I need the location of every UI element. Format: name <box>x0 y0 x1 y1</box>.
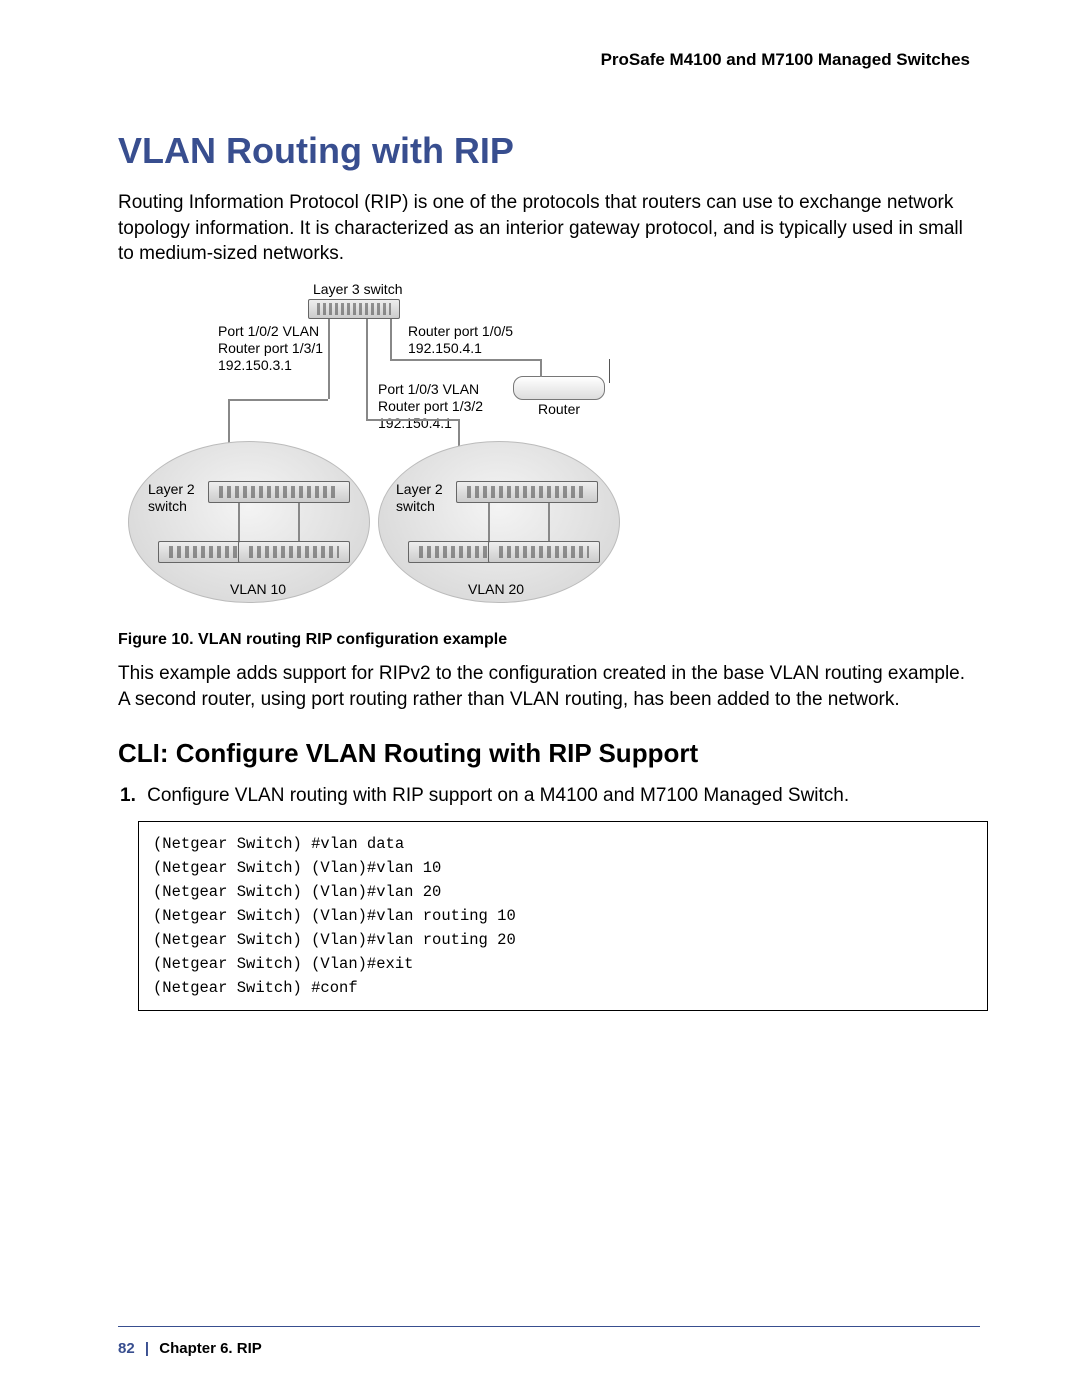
intro-paragraph: Routing Information Protocol (RIP) is on… <box>118 190 980 267</box>
label-port-right-3: 192.150.4.1 <box>378 415 452 431</box>
after-figure-paragraph: This example adds support for RIPv2 to t… <box>118 661 980 712</box>
footer-rule <box>118 1326 980 1327</box>
l2-switch-left-top-icon <box>208 481 350 503</box>
label-port-right: Port 1/0/3 VLAN Router port 1/3/2 192.15… <box>378 381 483 431</box>
figure-caption: Figure 10. VLAN routing RIP configuratio… <box>118 631 980 649</box>
label-vlan20: VLAN 20 <box>468 581 524 598</box>
step-number: 1. <box>120 785 136 806</box>
layer3-switch-icon <box>308 299 400 319</box>
label-l2-right-2: switch <box>396 498 435 514</box>
cli-line-4: (Netgear Switch) (Vlan)#vlan routing 10 <box>153 907 516 925</box>
label-port-left: Port 1/0/2 VLAN Router port 1/3/1 192.15… <box>218 323 323 373</box>
vlan20-cloud <box>378 441 620 603</box>
l2-switch-left-br-icon <box>238 541 350 563</box>
label-router: Router <box>538 401 580 418</box>
network-diagram: Layer 3 switch Port 1/0/2 VLAN Router po… <box>118 281 718 621</box>
vlan10-cloud <box>128 441 370 603</box>
footer-separator: | <box>145 1340 149 1357</box>
cli-line-3: (Netgear Switch) (Vlan)#vlan 20 <box>153 883 441 901</box>
label-l2-left-1: Layer 2 <box>148 481 195 497</box>
page-number: 82 <box>118 1340 135 1357</box>
label-l3-switch: Layer 3 switch <box>313 281 402 298</box>
label-router-port-1: Router port 1/0/5 <box>408 323 513 339</box>
step-list: 1. Configure VLAN routing with RIP suppo… <box>120 783 980 809</box>
label-port-left-1: Port 1/0/2 VLAN <box>218 323 319 339</box>
label-port-left-2: Router port 1/3/1 <box>218 340 323 356</box>
footer: 82 | Chapter 6. RIP <box>118 1340 262 1357</box>
cli-code-block: (Netgear Switch) #vlan data (Netgear Swi… <box>138 821 988 1011</box>
label-layer2-right: Layer 2 switch <box>396 481 443 515</box>
label-router-port: Router port 1/0/5 192.150.4.1 <box>408 323 513 357</box>
label-vlan10: VLAN 10 <box>230 581 286 598</box>
step-1-text: Configure VLAN routing with RIP support … <box>147 785 849 806</box>
cli-line-7: (Netgear Switch) #conf <box>153 979 358 997</box>
router-icon <box>513 376 605 400</box>
figure-diagram: Layer 3 switch Port 1/0/2 VLAN Router po… <box>118 281 980 621</box>
section-title: VLAN Routing with RIP <box>118 130 980 172</box>
document-header: ProSafe M4100 and M7100 Managed Switches <box>118 50 970 70</box>
label-layer2-left: Layer 2 switch <box>148 481 195 515</box>
page: ProSafe M4100 and M7100 Managed Switches… <box>0 0 1080 1397</box>
cli-line-5: (Netgear Switch) (Vlan)#vlan routing 20 <box>153 931 516 949</box>
subsection-title: CLI: Configure VLAN Routing with RIP Sup… <box>118 738 980 769</box>
l2-switch-right-top-icon <box>456 481 598 503</box>
label-port-left-3: 192.150.3.1 <box>218 357 292 373</box>
cli-line-6: (Netgear Switch) (Vlan)#exit <box>153 955 413 973</box>
chapter-label: Chapter 6. RIP <box>159 1340 262 1357</box>
cli-line-2: (Netgear Switch) (Vlan)#vlan 10 <box>153 859 441 877</box>
label-port-right-2: Router port 1/3/2 <box>378 398 483 414</box>
label-l2-left-2: switch <box>148 498 187 514</box>
cli-line-1: (Netgear Switch) #vlan data <box>153 835 404 853</box>
label-port-right-1: Port 1/0/3 VLAN <box>378 381 479 397</box>
label-router-port-2: 192.150.4.1 <box>408 340 482 356</box>
label-l2-right-1: Layer 2 <box>396 481 443 497</box>
l2-switch-right-br-icon <box>488 541 600 563</box>
